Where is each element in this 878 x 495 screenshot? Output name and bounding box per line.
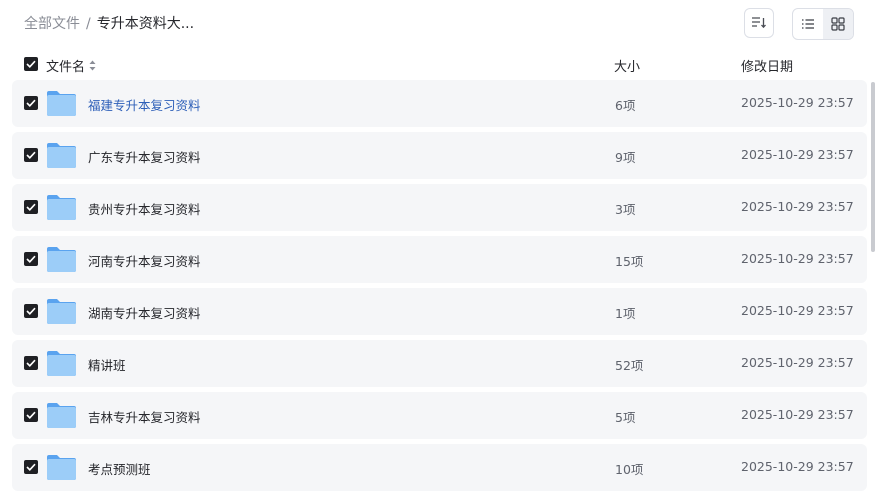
file-date: 2025-10-29 23:57 [741,147,854,162]
check-icon [26,307,36,315]
row-checkbox[interactable] [24,252,38,266]
file-row[interactable]: 精讲班 52项 2025-10-29 23:57 [12,340,867,387]
grid-view-icon [831,17,845,31]
grid-view-button[interactable] [823,9,853,39]
folder-icon [46,193,77,222]
file-name[interactable]: 考点预测班 [88,459,151,478]
check-icon [26,359,36,367]
file-size: 52项 [615,358,644,373]
list-view-icon [802,19,814,29]
column-header-name[interactable]: 文件名 [46,56,96,75]
folder-icon [46,245,77,274]
file-list-header: 文件名 大小 修改日期 [0,52,878,76]
file-date: 2025-10-29 23:57 [741,95,854,110]
file-date: 2025-10-29 23:57 [741,459,854,474]
scrollbar[interactable] [871,82,875,252]
folder-icon [46,89,77,118]
folder-icon [46,297,77,326]
row-checkbox[interactable] [24,304,38,318]
breadcrumb-root[interactable]: 全部文件 [24,16,80,32]
folder-icon [46,349,77,378]
file-date: 2025-10-29 23:57 [741,303,854,318]
file-size: 3项 [615,202,636,217]
file-name[interactable]: 广东专升本复习资料 [88,147,201,166]
breadcrumb-separator: / [86,16,91,32]
row-checkbox[interactable] [24,148,38,162]
file-row[interactable]: 考点预测班 10项 2025-10-29 23:57 [12,444,867,491]
top-bar: 全部文件 / 专升本资料大... [0,0,878,48]
row-checkbox[interactable] [24,408,38,422]
check-icon [26,151,36,159]
file-size: 15项 [615,254,644,269]
file-size: 1项 [615,306,636,321]
file-size: 6项 [615,98,636,113]
sort-caret-icon [89,60,96,71]
breadcrumb-current: 专升本资料大... [96,16,195,32]
column-header-date[interactable]: 修改日期 [741,56,793,75]
file-name[interactable]: 吉林专升本复习资料 [88,407,201,426]
column-header-size[interactable]: 大小 [614,56,640,75]
check-icon [26,411,36,419]
file-row[interactable]: 湖南专升本复习资料 1项 2025-10-29 23:57 [12,288,867,335]
check-icon [26,463,36,471]
row-checkbox[interactable] [24,356,38,370]
list-view-button[interactable] [793,9,823,39]
file-date: 2025-10-29 23:57 [741,199,854,214]
sort-button[interactable] [744,8,774,38]
file-row[interactable]: 河南专升本复习资料 15项 2025-10-29 23:57 [12,236,867,283]
file-size: 10项 [615,462,644,477]
check-icon [26,99,36,107]
check-icon [26,60,36,68]
file-name[interactable]: 精讲班 [88,355,126,374]
column-header-name-label: 文件名 [46,60,86,75]
file-name[interactable]: 湖南专升本复习资料 [88,303,201,322]
check-icon [26,255,36,263]
folder-icon [46,453,77,482]
file-row[interactable]: 贵州专升本复习资料 3项 2025-10-29 23:57 [12,184,867,231]
breadcrumb: 全部文件 / 专升本资料大... [24,15,194,33]
file-size: 9项 [615,150,636,165]
file-date: 2025-10-29 23:57 [741,355,854,370]
file-name[interactable]: 河南专升本复习资料 [88,251,201,270]
row-checkbox[interactable] [24,460,38,474]
file-row[interactable]: 福建专升本复习资料 6项 2025-10-29 23:57 [12,80,867,127]
sort-icon [752,17,766,29]
view-toggle [792,8,854,40]
file-size: 5项 [615,410,636,425]
row-checkbox[interactable] [24,200,38,214]
file-name[interactable]: 贵州专升本复习资料 [88,199,201,218]
file-date: 2025-10-29 23:57 [741,407,854,422]
file-name[interactable]: 福建专升本复习资料 [88,95,201,114]
check-icon [26,203,36,211]
file-date: 2025-10-29 23:57 [741,251,854,266]
folder-icon [46,141,77,170]
select-all-checkbox[interactable] [24,57,38,71]
file-row[interactable]: 吉林专升本复习资料 5项 2025-10-29 23:57 [12,392,867,439]
file-row[interactable]: 广东专升本复习资料 9项 2025-10-29 23:57 [12,132,867,179]
row-checkbox[interactable] [24,96,38,110]
folder-icon [46,401,77,430]
